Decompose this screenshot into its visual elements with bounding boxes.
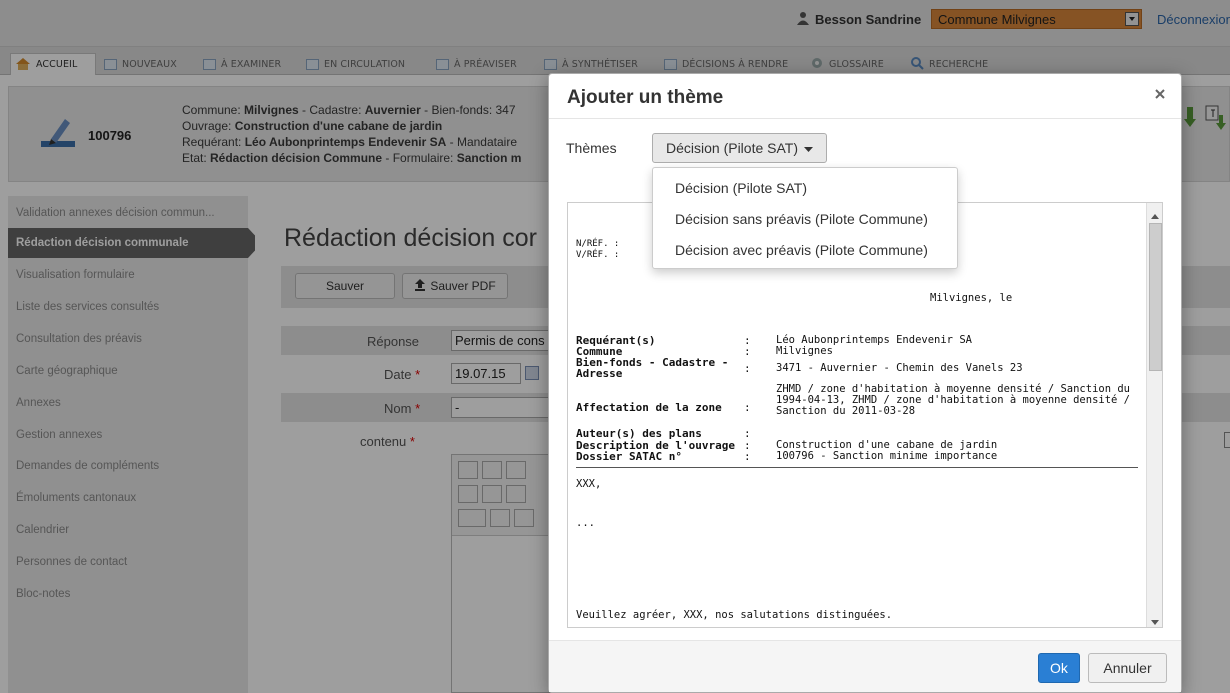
theme-option-sans-preavis[interactable]: Décision sans préavis (Pilote Commune) <box>653 205 957 233</box>
doc-separator <box>576 467 1138 468</box>
field-label-adresse: Adresse <box>576 367 623 380</box>
colon: : <box>744 362 751 375</box>
closing: Veuillez agréer, XXX, nos salutations di… <box>576 609 893 621</box>
field-label-affectation: Affectation de la zone <box>576 401 722 414</box>
themes-dropdown[interactable]: Décision (Pilote SAT) <box>652 133 827 163</box>
field-value-affectation-3: Sanction du 2011-03-28 <box>776 405 916 417</box>
place-date: Milvignes, le <box>930 292 1013 304</box>
field-label-dossier: Dossier SATAC n° <box>576 450 682 463</box>
greeting: XXX, <box>576 478 602 490</box>
scroll-up-icon[interactable] <box>1151 208 1159 222</box>
field-value-commune: Milvignes <box>776 345 833 357</box>
themes-dropdown-menu: Décision (Pilote SAT) Décision sans préa… <box>652 167 958 269</box>
option-label: Décision (Pilote SAT) <box>675 180 808 196</box>
option-label: Décision sans préavis (Pilote Commune) <box>675 211 928 227</box>
dialog-footer <box>549 640 1181 692</box>
ellipsis: ... <box>576 517 595 529</box>
field-value-bien-fonds: 3471 - Auvernier - Chemin des Vanels 23 <box>776 362 1023 374</box>
field-value-dossier: 100796 - Sanction minime importance <box>776 450 998 462</box>
colon: : <box>744 345 751 358</box>
vref-label: V/RÉF. : <box>576 250 620 260</box>
themes-label: Thèmes <box>566 140 617 156</box>
theme-option-avec-preavis[interactable]: Décision avec préavis (Pilote Commune) <box>653 236 957 264</box>
close-icon[interactable] <box>1153 87 1167 101</box>
themes-selected-value: Décision (Pilote SAT) <box>665 140 798 156</box>
scroll-down-icon[interactable] <box>1151 615 1159 627</box>
scroll-thumb[interactable] <box>1149 223 1162 371</box>
nref-label: N/RÉF. : <box>576 239 620 249</box>
ok-button[interactable]: Ok <box>1038 653 1080 683</box>
doc-scrollbar[interactable] <box>1146 203 1162 627</box>
caret-down-icon <box>804 140 813 156</box>
theme-option-pilote-sat[interactable]: Décision (Pilote SAT) <box>653 174 957 202</box>
dialog-title: Ajouter un thème <box>567 87 724 108</box>
colon: : <box>744 450 751 463</box>
colon: : <box>744 401 751 414</box>
cancel-button[interactable]: Annuler <box>1088 653 1167 683</box>
add-theme-dialog: Ajouter un thème Thèmes Décision (Pilote… <box>548 73 1182 693</box>
option-label: Décision avec préavis (Pilote Commune) <box>675 242 928 258</box>
dialog-divider <box>549 118 1181 119</box>
